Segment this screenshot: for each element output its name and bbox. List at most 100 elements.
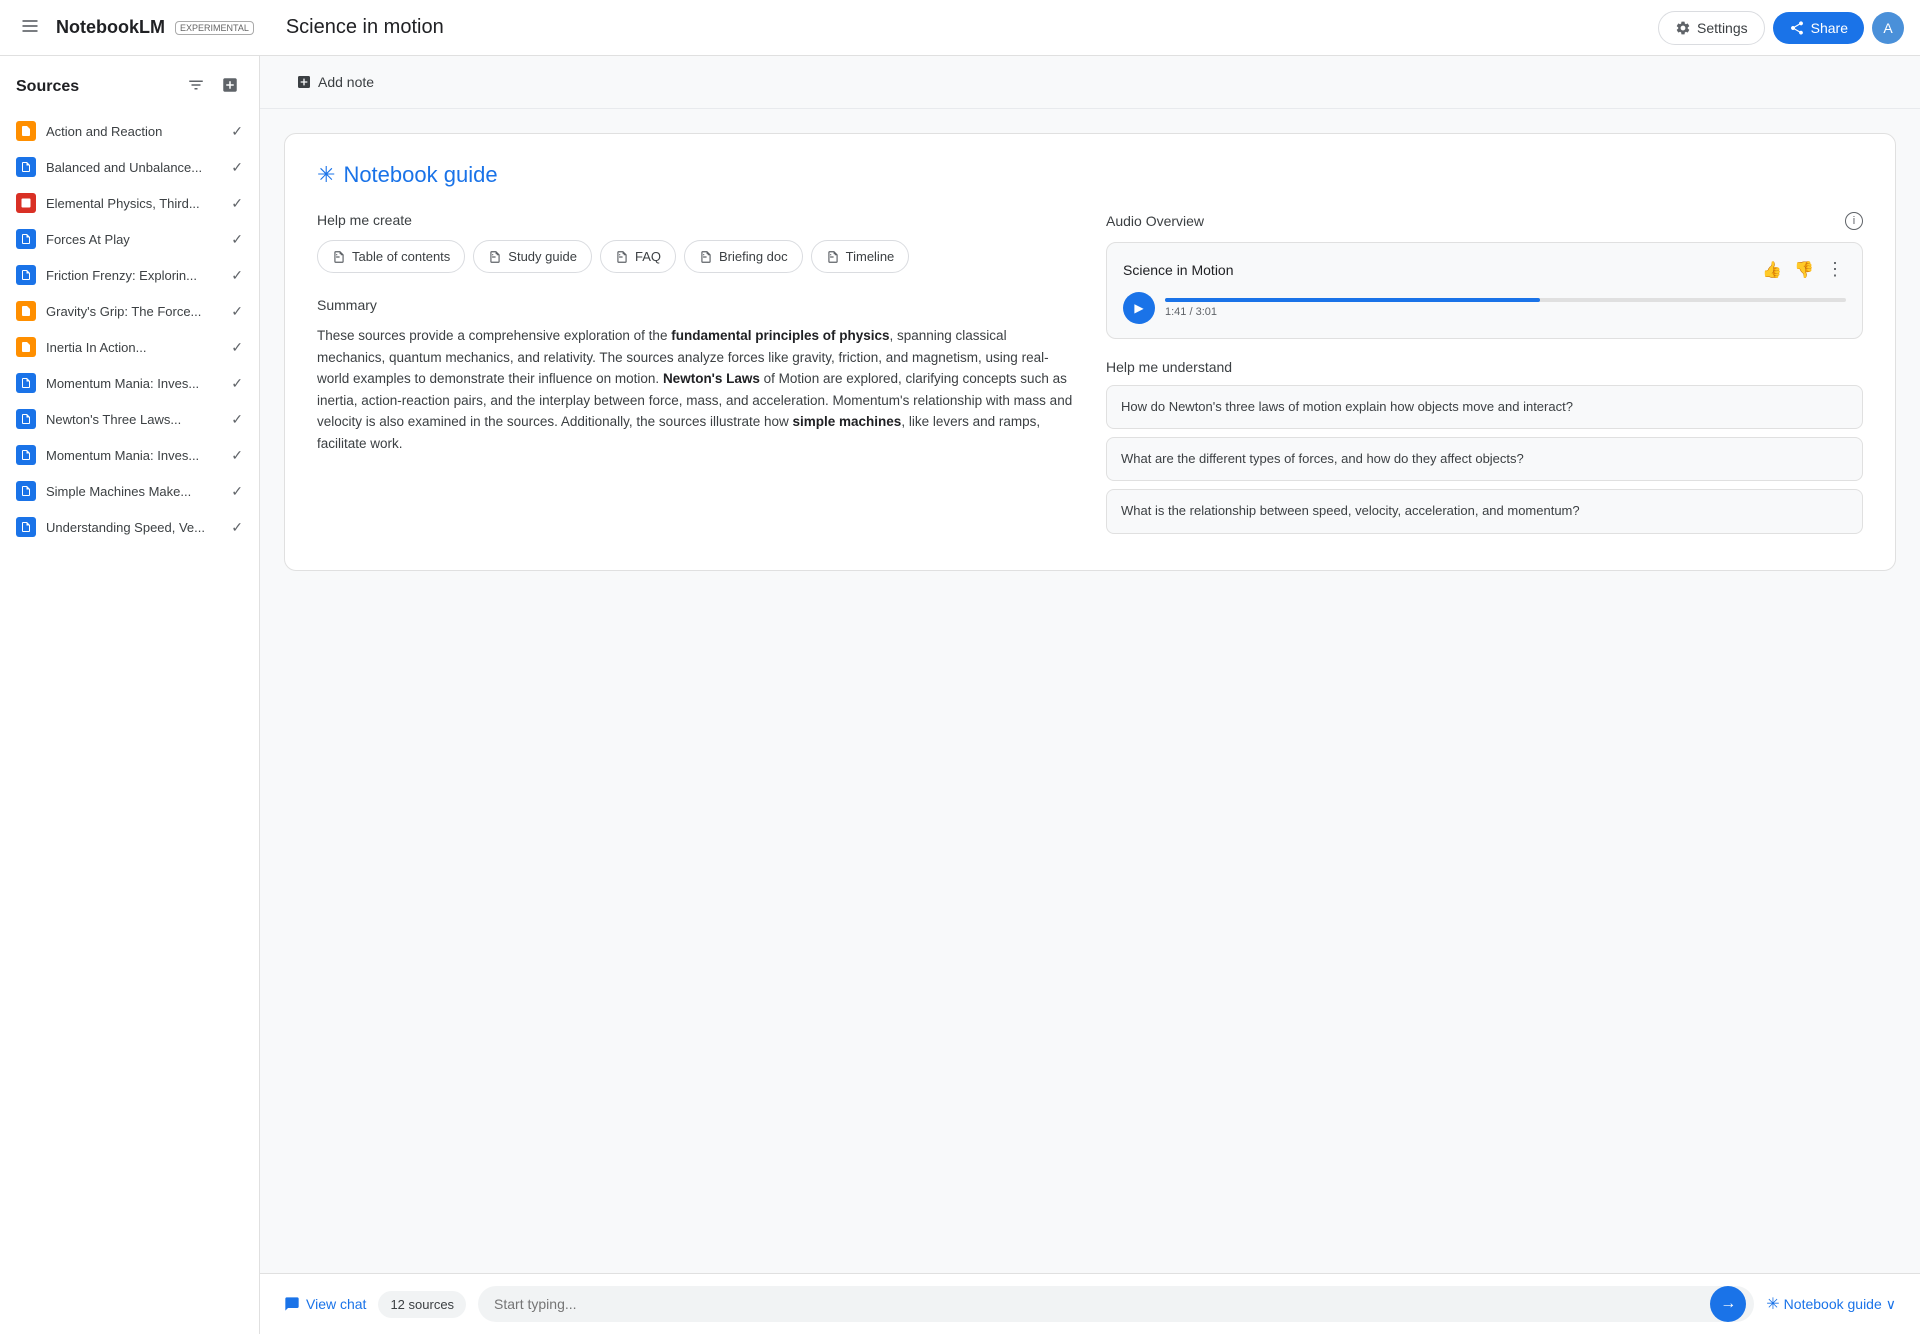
chat-icon <box>284 1296 300 1312</box>
source-icon <box>16 517 36 537</box>
source-check[interactable]: ✓ <box>231 483 243 500</box>
two-col-layout: Help me create Table of contents Study g… <box>317 212 1863 542</box>
source-name: Forces At Play <box>46 232 221 247</box>
action-briefing_doc-button[interactable]: Briefing doc <box>684 240 803 273</box>
view-chat-button[interactable]: View chat <box>284 1296 366 1312</box>
audio-overview-label: Audio Overview <box>1106 213 1204 229</box>
source-item[interactable]: Newton's Three Laws... ✓ <box>0 401 259 437</box>
avatar-initials: A <box>1883 20 1892 36</box>
summary-section: Summary These sources provide a comprehe… <box>317 297 1074 455</box>
add-note-label: Add note <box>318 74 374 90</box>
app-name: NotebookLM <box>56 17 165 38</box>
action-study_guide-button[interactable]: Study guide <box>473 240 592 273</box>
source-icon <box>16 337 36 357</box>
chat-input-wrapper: → <box>478 1286 1754 1322</box>
source-icon <box>16 481 36 501</box>
sources-list: Action and Reaction ✓ Balanced and Unbal… <box>0 109 259 1334</box>
chat-input[interactable] <box>494 1286 1710 1322</box>
source-name: Action and Reaction <box>46 124 221 139</box>
source-check[interactable]: ✓ <box>231 303 243 320</box>
thumbs-down-button[interactable]: 👎 <box>1792 258 1816 282</box>
play-button[interactable]: ▶ <box>1123 292 1155 324</box>
notebook-guide-asterisk: ✳ <box>1766 1294 1779 1314</box>
help-me-understand-label: Help me understand <box>1106 359 1863 375</box>
bottom-bar: View chat 12 sources → ✳ Notebook guide … <box>260 1273 1920 1334</box>
progress-bar-container[interactable]: 1:41 / 3:01 <box>1165 298 1846 318</box>
study_guide-icon <box>488 250 502 264</box>
share-button[interactable]: Share <box>1773 12 1864 44</box>
audio-card-header: Science in Motion 👍 👎 ⋮ <box>1123 257 1846 282</box>
source-check[interactable]: ✓ <box>231 447 243 464</box>
source-check[interactable]: ✓ <box>231 339 243 356</box>
sources-pill-button[interactable]: 12 sources <box>378 1291 466 1318</box>
action-timeline-button[interactable]: Timeline <box>811 240 910 273</box>
card-title: Notebook guide <box>343 162 497 188</box>
source-item[interactable]: Action and Reaction ✓ <box>0 113 259 149</box>
settings-label: Settings <box>1697 20 1748 36</box>
left-column: Help me create Table of contents Study g… <box>317 212 1074 542</box>
audio-overview-header: Audio Overview i <box>1106 212 1863 230</box>
more-options-button[interactable]: ⋮ <box>1824 257 1846 282</box>
source-check[interactable]: ✓ <box>231 267 243 284</box>
summary-label: Summary <box>317 297 1074 313</box>
avatar[interactable]: A <box>1872 12 1904 44</box>
source-item[interactable]: Momentum Mania: Inves... ✓ <box>0 437 259 473</box>
progress-bar-bg <box>1165 298 1846 302</box>
source-icon <box>16 373 36 393</box>
chevron-down-icon: ∨ <box>1886 1296 1896 1313</box>
main-layout: Sources Action and Reaction ✓ Balance <box>0 56 1920 1334</box>
source-item[interactable]: Friction Frenzy: Explorin... ✓ <box>0 257 259 293</box>
source-check[interactable]: ✓ <box>231 123 243 140</box>
source-check[interactable]: ✓ <box>231 231 243 248</box>
content-scroll: ✳ Notebook guide Help me create Table of… <box>260 109 1920 1273</box>
send-button[interactable]: → <box>1710 1286 1746 1322</box>
app-logo: NotebookLM EXPERIMENTAL <box>56 17 254 38</box>
audio-controls: 👍 👎 ⋮ <box>1760 257 1846 282</box>
sources-count-label: 12 sources <box>390 1297 454 1312</box>
source-item[interactable]: Elemental Physics, Third... ✓ <box>0 185 259 221</box>
audio-info-icon[interactable]: i <box>1845 212 1863 230</box>
source-icon <box>16 121 36 141</box>
source-check[interactable]: ✓ <box>231 195 243 212</box>
source-name: Balanced and Unbalance... <box>46 160 221 175</box>
source-item[interactable]: Forces At Play ✓ <box>0 221 259 257</box>
thumbs-up-button[interactable]: 👍 <box>1760 258 1784 282</box>
help-me-create-label: Help me create <box>317 212 1074 228</box>
source-item[interactable]: Gravity's Grip: The Force... ✓ <box>0 293 259 329</box>
notebook-guide-bottom-label: Notebook guide <box>1784 1296 1882 1312</box>
settings-button[interactable]: Settings <box>1658 11 1765 45</box>
source-check[interactable]: ✓ <box>231 375 243 392</box>
sidebar-header-actions <box>183 72 243 101</box>
understand-question-button[interactable]: How do Newton's three laws of motion exp… <box>1106 385 1863 429</box>
source-name: Friction Frenzy: Explorin... <box>46 268 221 283</box>
filter-button[interactable] <box>183 72 209 101</box>
source-check[interactable]: ✓ <box>231 519 243 536</box>
understand-question-button[interactable]: What are the different types of forces, … <box>1106 437 1863 481</box>
source-icon <box>16 409 36 429</box>
source-icon <box>16 193 36 213</box>
source-item[interactable]: Momentum Mania: Inves... ✓ <box>0 365 259 401</box>
source-item[interactable]: Balanced and Unbalance... ✓ <box>0 149 259 185</box>
action-faq-button[interactable]: FAQ <box>600 240 676 273</box>
add-note-button[interactable]: Add note <box>284 68 386 96</box>
topbar: NotebookLM EXPERIMENTAL Science in motio… <box>0 0 1920 56</box>
source-icon <box>16 157 36 177</box>
notebook-guide-bottom-button[interactable]: ✳ Notebook guide ∨ <box>1766 1294 1896 1314</box>
source-icon <box>16 265 36 285</box>
add-source-button[interactable] <box>217 72 243 101</box>
action-table_of_contents-button[interactable]: Table of contents <box>317 240 465 273</box>
source-check[interactable]: ✓ <box>231 411 243 428</box>
source-icon <box>16 445 36 465</box>
topbar-actions: Settings Share A <box>1658 11 1904 45</box>
source-check[interactable]: ✓ <box>231 159 243 176</box>
experimental-badge: EXPERIMENTAL <box>175 21 254 35</box>
audio-card: Science in Motion 👍 👎 ⋮ ▶ <box>1106 242 1863 339</box>
source-item[interactable]: Simple Machines Make... ✓ <box>0 473 259 509</box>
understand-question-button[interactable]: What is the relationship between speed, … <box>1106 489 1863 533</box>
content-toolbar: Add note <box>260 56 1920 109</box>
source-item[interactable]: Inertia In Action... ✓ <box>0 329 259 365</box>
quick-actions: Table of contents Study guide FAQ Briefi… <box>317 240 1074 273</box>
menu-icon[interactable] <box>16 12 44 43</box>
source-name: Momentum Mania: Inves... <box>46 448 221 463</box>
source-item[interactable]: Understanding Speed, Ve... ✓ <box>0 509 259 545</box>
